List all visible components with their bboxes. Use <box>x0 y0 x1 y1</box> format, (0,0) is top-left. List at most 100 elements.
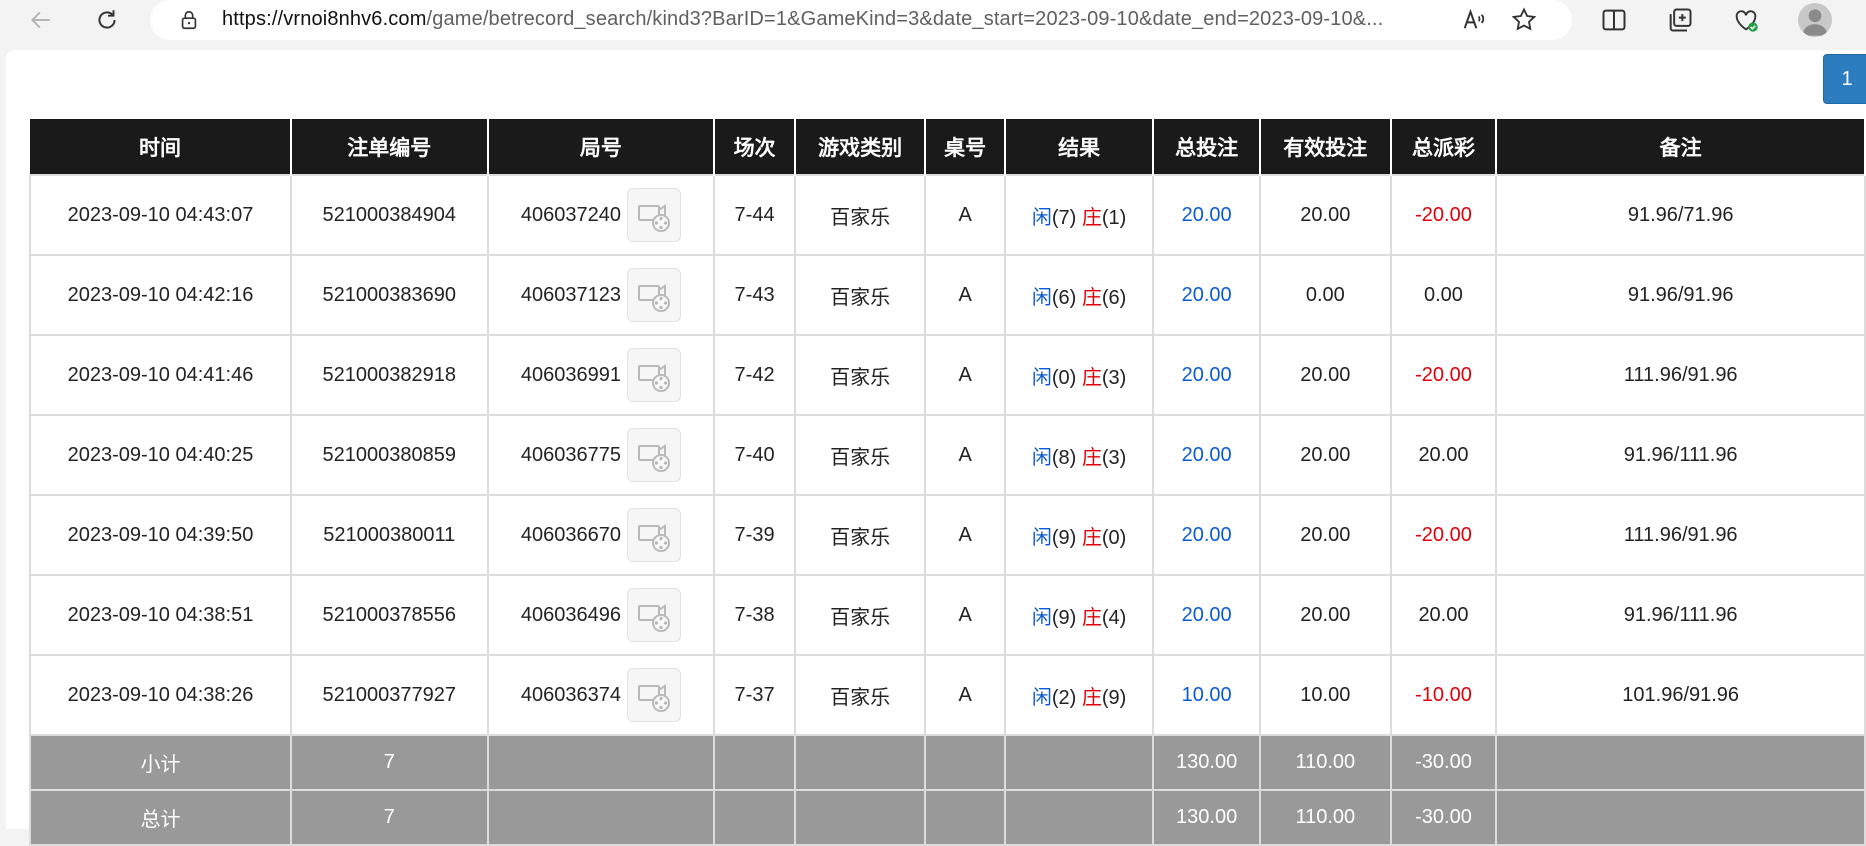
round-number: 406037123 <box>520 283 621 306</box>
table-row: 2023-09-10 04:43:07 521000384904 406037240… <box>29 174 1866 256</box>
player-label: 闲 <box>1031 446 1052 469</box>
replay-video-button[interactable] <box>626 588 681 642</box>
game-type: 百家乐 <box>793 334 927 416</box>
favorite-star-icon[interactable] <box>1510 6 1538 34</box>
profile-avatar[interactable] <box>1798 3 1832 37</box>
address-bar[interactable]: https://vrnoi8nhv6.com/game/betrecord_se… <box>150 0 1572 40</box>
valid-bet: 20.00 <box>1259 334 1392 416</box>
table-row: 2023-09-10 04:40:25 521000380859 406036775… <box>29 414 1866 496</box>
banker-label: 庄 <box>1081 286 1102 309</box>
browser-essentials-icon[interactable] <box>1732 6 1760 34</box>
subtotal-row: 小计 7 130.00 110.00 -30.00 <box>29 734 1866 791</box>
bet-id: 521000382918 <box>289 334 489 416</box>
table-row: 2023-09-10 04:41:46 521000382918 406036991… <box>29 334 1866 416</box>
refresh-button[interactable] <box>90 3 124 37</box>
refresh-icon <box>98 10 116 29</box>
subtotal-valid-bet: 110.00 <box>1259 734 1392 791</box>
replay-video-button[interactable] <box>626 268 681 322</box>
player-score: (9) <box>1051 606 1077 629</box>
replay-video-button[interactable] <box>626 668 681 722</box>
header-note: 备注 <box>1496 119 1866 175</box>
replay-video-button[interactable] <box>626 348 681 402</box>
bet-time: 2023-09-10 04:38:51 <box>29 574 292 656</box>
payout: 20.00 <box>1389 414 1498 496</box>
round-cell: 406036775 <box>486 414 716 496</box>
film-reel-icon <box>633 436 675 474</box>
bet-id: 521000378556 <box>289 574 489 656</box>
payout: -10.00 <box>1389 654 1498 736</box>
banker-score: (3) <box>1101 366 1127 389</box>
split-screen-icon[interactable] <box>1600 6 1628 34</box>
balance-note: 111.96/91.96 <box>1495 334 1866 416</box>
shoe-number: 7-38 <box>713 574 796 656</box>
banker-score: (1) <box>1101 206 1127 229</box>
page-button-1[interactable]: 1 <box>1823 54 1866 104</box>
valid-bet: 20.00 <box>1259 414 1392 496</box>
shoe-number: 7-42 <box>713 334 796 416</box>
replay-video-button[interactable] <box>626 428 681 482</box>
empty-cell <box>1003 789 1155 846</box>
table-row: 2023-09-10 04:39:50 521000380011 406036670… <box>29 494 1866 576</box>
header-table-no: 桌号 <box>925 119 1006 175</box>
bet-id: 521000380011 <box>289 494 489 576</box>
url-text[interactable]: https://vrnoi8nhv6.com/game/betrecord_se… <box>222 8 1383 31</box>
banker-label: 庄 <box>1081 686 1102 709</box>
table-body: 2023-09-10 04:43:07 521000384904 406037240… <box>29 174 1866 736</box>
film-reel-icon <box>633 196 675 234</box>
result-cell: 闲(2) 庄(9) <box>1003 654 1155 736</box>
shoe-number: 7-40 <box>713 414 796 496</box>
empty-cell <box>1495 734 1866 791</box>
shoe-number: 7-43 <box>713 254 796 336</box>
payout: -20.00 <box>1389 494 1498 576</box>
grand-total-label: 总计 <box>29 789 292 846</box>
total-bet: 20.00 <box>1152 334 1262 416</box>
subtotal-total-bet: 130.00 <box>1152 734 1262 791</box>
table-number: A <box>924 334 1006 416</box>
replay-video-button[interactable] <box>626 508 681 562</box>
balance-note: 91.96/71.96 <box>1495 174 1866 256</box>
empty-cell <box>713 734 796 791</box>
result-cell: 闲(9) 庄(0) <box>1003 494 1155 576</box>
banker-score: (3) <box>1101 446 1127 469</box>
shoe-number: 7-37 <box>713 654 796 736</box>
empty-cell <box>793 734 927 791</box>
valid-bet: 20.00 <box>1259 174 1392 256</box>
round-number: 406036374 <box>520 683 621 706</box>
url-path: /game/betrecord_search/kind3?BarID=1&Gam… <box>426 8 1384 30</box>
player-score: (8) <box>1051 446 1077 469</box>
banker-label: 庄 <box>1081 606 1102 629</box>
bet-time: 2023-09-10 04:41:46 <box>29 334 292 416</box>
lock-icon[interactable] <box>178 9 200 31</box>
balance-note: 91.96/91.96 <box>1495 254 1866 336</box>
payout: 0.00 <box>1389 254 1498 336</box>
empty-cell <box>486 734 716 791</box>
film-reel-icon <box>633 596 675 634</box>
table-number: A <box>924 654 1006 736</box>
empty-cell <box>793 789 927 846</box>
empty-cell <box>486 789 716 846</box>
balance-note: 91.96/111.96 <box>1495 414 1866 496</box>
empty-cell <box>713 789 796 846</box>
film-reel-icon <box>633 276 675 314</box>
player-score: (2) <box>1051 686 1077 709</box>
total-bet: 20.00 <box>1152 174 1262 256</box>
header-payout: 总派彩 <box>1390 119 1498 175</box>
shoe-number: 7-39 <box>713 494 796 576</box>
bet-id: 521000377927 <box>289 654 489 736</box>
collections-icon[interactable] <box>1666 6 1694 34</box>
game-type: 百家乐 <box>793 654 927 736</box>
back-button[interactable] <box>24 3 58 37</box>
valid-bet: 10.00 <box>1259 654 1392 736</box>
balance-note: 111.96/91.96 <box>1495 494 1866 576</box>
game-type: 百家乐 <box>793 494 927 576</box>
valid-bet: 20.00 <box>1259 494 1392 576</box>
round-cell: 406036496 <box>486 574 716 656</box>
balance-note: 91.96/111.96 <box>1495 574 1866 656</box>
back-arrow-icon <box>30 11 50 29</box>
read-aloud-icon[interactable] <box>1460 6 1488 34</box>
banker-score: (6) <box>1101 286 1127 309</box>
table-row: 2023-09-10 04:38:51 521000378556 406036496… <box>29 574 1866 656</box>
empty-cell <box>924 789 1006 846</box>
banker-score: (9) <box>1101 686 1127 709</box>
replay-video-button[interactable] <box>626 188 681 242</box>
